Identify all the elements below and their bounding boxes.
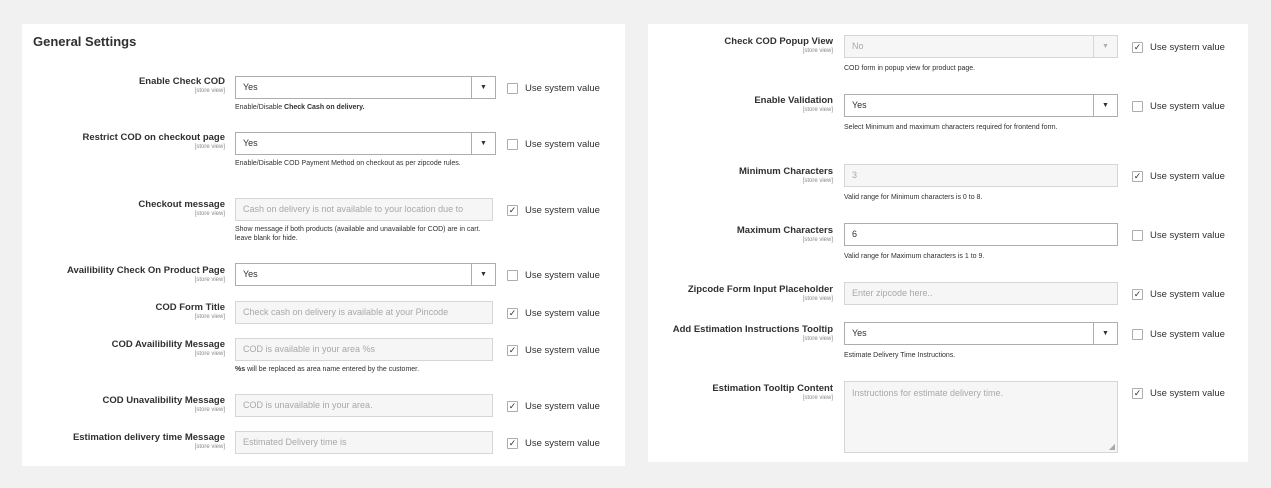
use-system-value-checkbox[interactable]: ✓ Use system value bbox=[1132, 168, 1225, 184]
use-system-value-checkbox[interactable]: Use system value bbox=[1132, 326, 1225, 342]
estimation-tooltip-content-textarea[interactable]: Instructions for estimate delivery time.… bbox=[844, 381, 1118, 453]
use-system-value-checkbox[interactable]: Use system value bbox=[507, 267, 600, 283]
checkout-message-input[interactable]: Cash on delivery is not available to you… bbox=[235, 198, 493, 221]
field-label-estimation-tooltip-content: Estimation Tooltip Content [store view] bbox=[712, 383, 833, 401]
field-label-cod-popup-view: Check COD Popup View [store view] bbox=[724, 36, 833, 54]
restrict-cod-select[interactable]: Yes ▼ bbox=[235, 132, 496, 155]
field-note: Select Minimum and maximum characters re… bbox=[844, 124, 1058, 131]
use-system-value-checkbox[interactable]: ✓ Use system value bbox=[507, 202, 600, 218]
use-system-value-checkbox[interactable]: ✓ Use system value bbox=[507, 305, 600, 321]
field-note: COD form in popup view for product page. bbox=[844, 65, 976, 72]
field-note: Enable/Disable Check Cash on delivery. bbox=[235, 104, 365, 111]
caret-down-icon: ▼ bbox=[1093, 95, 1117, 116]
checkmark-icon: ✓ bbox=[1132, 288, 1143, 300]
checkmark-icon: ✓ bbox=[1132, 170, 1143, 182]
field-label-availability-check: Availibility Check On Product Page [stor… bbox=[66, 265, 225, 283]
field-label-maximum-characters: Maximum Characters [store view] bbox=[736, 225, 833, 243]
cod-form-title-input[interactable]: Check cash on delivery is available at y… bbox=[235, 301, 493, 324]
checkbox-icon bbox=[1132, 328, 1143, 340]
field-note: Estimate Delivery Time Instructions. bbox=[844, 352, 956, 359]
cod-availability-message-input[interactable]: COD is available in your area %s bbox=[235, 338, 493, 361]
checkmark-icon: ✓ bbox=[507, 400, 518, 412]
field-note: Valid range for Maximum characters is 1 … bbox=[844, 253, 985, 260]
caret-down-icon: ▼ bbox=[471, 133, 495, 154]
checkbox-icon bbox=[1132, 229, 1143, 241]
field-label-estimation-tooltip-toggle: Add Estimation Instructions Tooltip [sto… bbox=[672, 324, 833, 342]
checkbox-icon bbox=[1132, 100, 1143, 112]
enable-validation-select[interactable]: Yes ▼ bbox=[844, 94, 1118, 117]
minimum-characters-input[interactable]: 3 bbox=[844, 164, 1118, 187]
use-system-value-checkbox[interactable]: Use system value bbox=[507, 136, 600, 152]
field-label-cod-form-title: COD Form Title [store view] bbox=[155, 302, 226, 320]
maximum-characters-input[interactable]: 6 bbox=[844, 223, 1118, 246]
resize-grip-icon[interactable]: ◢ bbox=[1109, 443, 1115, 451]
use-system-value-checkbox[interactable]: ✓ Use system value bbox=[507, 398, 600, 414]
use-system-value-checkbox[interactable]: ✓ Use system value bbox=[1132, 385, 1225, 401]
field-label-enable-check-cod: Enable Check COD [store view] bbox=[138, 76, 225, 94]
checkmark-icon: ✓ bbox=[507, 307, 518, 319]
field-label-minimum-characters: Minimum Characters [store view] bbox=[739, 166, 833, 184]
caret-down-icon: ▼ bbox=[1093, 36, 1117, 57]
field-label-estimation-delivery-message: Estimation delivery time Message [store … bbox=[72, 432, 225, 450]
checkmark-icon: ✓ bbox=[507, 204, 518, 216]
estimation-delivery-message-input[interactable]: Estimated Delivery time is bbox=[235, 431, 493, 454]
use-system-value-checkbox[interactable]: ✓ Use system value bbox=[1132, 286, 1225, 302]
section-title: General Settings bbox=[33, 34, 137, 49]
cod-popup-view-select[interactable]: No ▼ bbox=[844, 35, 1118, 58]
field-note: Valid range for Minimum characters is 0 … bbox=[844, 194, 983, 201]
field-label-cod-availability-message: COD Availibility Message [store view] bbox=[111, 339, 225, 357]
field-note: Enable/Disable COD Payment Method on che… bbox=[235, 160, 461, 167]
checkbox-icon bbox=[507, 82, 518, 94]
enable-check-cod-select[interactable]: Yes ▼ bbox=[235, 76, 496, 99]
caret-down-icon: ▼ bbox=[471, 77, 495, 98]
checkbox-icon bbox=[507, 269, 518, 281]
field-label-zipcode-placeholder: Zipcode Form Input Placeholder [store vi… bbox=[687, 284, 833, 302]
checkmark-icon: ✓ bbox=[507, 344, 518, 356]
use-system-value-checkbox[interactable]: ✓ Use system value bbox=[1132, 39, 1225, 55]
field-label-cod-unavailability-message: COD Unavalibility Message [store view] bbox=[102, 395, 225, 413]
use-system-value-checkbox[interactable]: Use system value bbox=[1132, 227, 1225, 243]
availability-check-select[interactable]: Yes ▼ bbox=[235, 263, 496, 286]
field-note: %s will be replaced as area name entered… bbox=[235, 366, 420, 373]
field-label-restrict-cod: Restrict COD on checkout page [store vie… bbox=[82, 132, 225, 150]
field-label-enable-validation: Enable Validation [store view] bbox=[754, 95, 833, 113]
cod-settings-panel: Check COD Popup View [store view] No ▼ C… bbox=[648, 24, 1248, 462]
checkmark-icon: ✓ bbox=[1132, 387, 1143, 399]
general-settings-panel: General Settings Enable Check COD [store… bbox=[22, 24, 625, 466]
checkbox-icon bbox=[507, 138, 518, 150]
field-note: Show message if both products (available… bbox=[235, 226, 481, 242]
use-system-value-checkbox[interactable]: ✓ Use system value bbox=[507, 342, 600, 358]
caret-down-icon: ▼ bbox=[471, 264, 495, 285]
zipcode-placeholder-input[interactable]: Enter zipcode here.. bbox=[844, 282, 1118, 305]
estimation-tooltip-select[interactable]: Yes ▼ bbox=[844, 322, 1118, 345]
use-system-value-checkbox[interactable]: ✓ Use system value bbox=[507, 435, 600, 451]
use-system-value-checkbox[interactable]: Use system value bbox=[1132, 98, 1225, 114]
caret-down-icon: ▼ bbox=[1093, 323, 1117, 344]
checkmark-icon: ✓ bbox=[507, 437, 518, 449]
checkmark-icon: ✓ bbox=[1132, 41, 1143, 53]
use-system-value-checkbox[interactable]: Use system value bbox=[507, 80, 600, 96]
cod-unavailability-message-input[interactable]: COD is unavailable in your area. bbox=[235, 394, 493, 417]
field-label-checkout-message: Checkout message [store view] bbox=[138, 199, 225, 217]
